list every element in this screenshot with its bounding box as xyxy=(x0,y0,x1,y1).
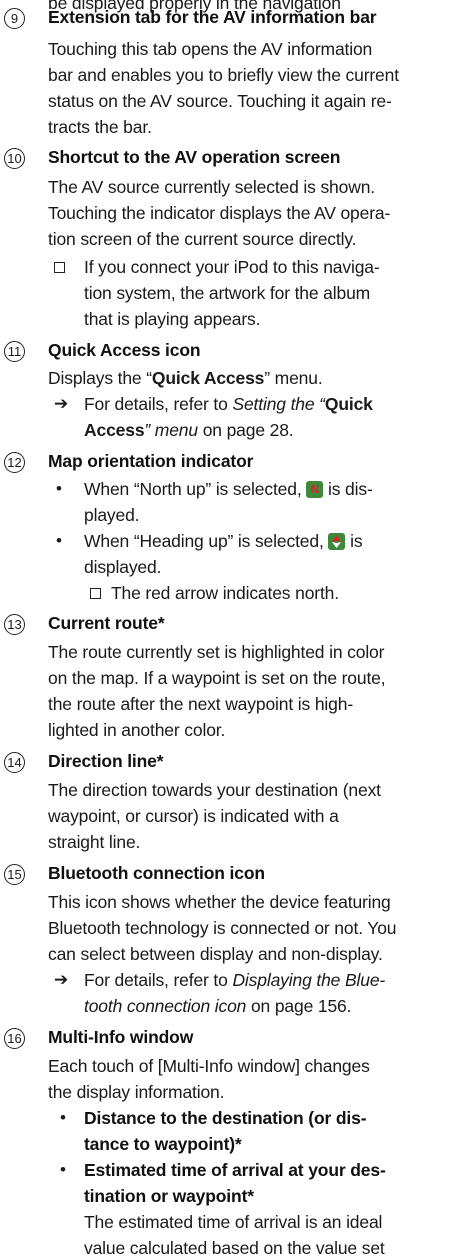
item-number-15: 15 xyxy=(4,864,25,885)
item-15-line-3: can select between display and non-displ… xyxy=(48,944,383,964)
item-9-line-4: tracts the bar. xyxy=(48,117,152,137)
item-title-12: Map orientation indicator xyxy=(48,451,254,471)
reference-arrow-icon: ➔ xyxy=(54,394,69,413)
item-15-ref-page: on page 156. xyxy=(246,996,352,1016)
heading-up-icon xyxy=(328,533,346,550)
item-title-13: Current route* xyxy=(48,613,165,633)
item-11-reference-line-1[interactable]: For details, refer to Setting the “Quick xyxy=(84,393,373,415)
item-10-note-line-1: If you connect your iPod to this naviga- xyxy=(84,257,380,277)
item-11-line-1-bold: Quick Access xyxy=(151,368,265,388)
item-16-bullet-2-text-2: value calculated based on the value set xyxy=(84,1238,385,1258)
item-10-note-line-3: that is playing appears. xyxy=(84,309,261,329)
item-14-line-2: waypoint, or cursor) is indicated with a xyxy=(48,806,339,826)
item-12-b2-b: is xyxy=(345,531,363,551)
item-12-b1-b: is dis- xyxy=(323,479,373,499)
item-10-line-2: Touching the indicator displays the AV o… xyxy=(48,203,391,223)
item-13-line-2: on the map. If a waypoint is set on the … xyxy=(48,668,386,688)
north-up-icon xyxy=(306,481,324,498)
item-12-bullet-1-line-1: When “North up” is selected, is dis- xyxy=(84,478,373,500)
item-11-line-1-a: Displays the “ xyxy=(48,368,152,388)
item-15-reference-line-1[interactable]: For details, refer to Displaying the Blu… xyxy=(84,969,385,991)
item-16-bullet-1-line-1: Distance to the destination (or dis- xyxy=(84,1108,367,1128)
item-number-12: 12 xyxy=(4,452,25,473)
note-box-icon xyxy=(90,588,101,599)
item-title-10: Shortcut to the AV operation screen xyxy=(48,147,341,167)
item-9-line-3: status on the AV source. Touching it aga… xyxy=(48,91,392,111)
item-13-line-4: lighted in another color. xyxy=(48,720,226,740)
item-11-reference-line-2[interactable]: Access” menu on page 28. xyxy=(84,419,294,441)
item-title-16: Multi-Info window xyxy=(48,1027,194,1047)
item-15-line-1: This icon shows whether the device featu… xyxy=(48,892,391,912)
item-11-line-1-c: ” menu. xyxy=(264,368,323,388)
item-15-ref-italic-2: tooth connection icon xyxy=(84,996,247,1016)
item-10-note-line-2: tion system, the artwork for the album xyxy=(84,283,371,303)
item-15-ref-italic: Displaying the Blue- xyxy=(232,970,386,990)
item-16-bullet-2-line-2: tination or waypoint* xyxy=(84,1186,254,1206)
bullet-icon: • xyxy=(56,479,62,498)
item-number-16: 16 xyxy=(4,1028,25,1049)
item-10-line-3: tion screen of the current source direct… xyxy=(48,229,357,249)
item-12-note: The red arrow indicates north. xyxy=(111,583,339,603)
item-number-11: 11 xyxy=(4,341,25,362)
item-16-bullet-2-line-1: Estimated time of arrival at your des- xyxy=(84,1160,386,1180)
item-13-line-3: the route after the next waypoint is hig… xyxy=(48,694,353,714)
item-number-14: 14 xyxy=(4,752,25,773)
item-12-bullet-2-line-1: When “Heading up” is selected, is xyxy=(84,530,363,552)
item-11-ref-bold-2: Access xyxy=(84,420,145,440)
item-title-15: Bluetooth connection icon xyxy=(48,863,265,883)
item-number-9: 9 xyxy=(4,8,25,29)
item-16-line-2: the display information. xyxy=(48,1082,225,1102)
bullet-icon: • xyxy=(60,1108,66,1127)
item-title-14: Direction line* xyxy=(48,751,164,771)
note-box-icon xyxy=(54,262,65,273)
item-15-ref-a: For details, refer to xyxy=(84,970,233,990)
item-12-bullet-2-line-2: displayed. xyxy=(84,557,162,577)
item-15-line-2: Bluetooth technology is connected or not… xyxy=(48,918,397,938)
reference-arrow-icon: ➔ xyxy=(54,970,69,989)
item-11-ref-a: For details, refer to xyxy=(84,394,233,414)
item-title-9: Extension tab for the AV information bar xyxy=(48,7,377,27)
item-16-bullet-2-text-1: The estimated time of arrival is an idea… xyxy=(84,1212,383,1232)
item-number-10: 10 xyxy=(4,148,25,169)
item-14-line-3: straight line. xyxy=(48,832,141,852)
item-11-ref-bold: Quick xyxy=(324,394,373,414)
item-11-ref-italic: Setting the “ xyxy=(232,394,325,414)
item-11-line-1: Displays the “Quick Access” menu. xyxy=(48,367,323,389)
item-9-line-1: Touching this tab opens the AV informati… xyxy=(48,39,373,59)
item-12-b1-a: When “North up” is selected, xyxy=(84,479,307,499)
item-title-11: Quick Access icon xyxy=(48,340,201,360)
bullet-icon: • xyxy=(60,1160,66,1179)
item-10-line-1: The AV source currently selected is show… xyxy=(48,177,376,197)
item-12-bullet-1-line-2: played. xyxy=(84,505,140,525)
item-11-ref-italic-2: ” menu xyxy=(144,420,198,440)
item-12-b2-a: When “Heading up” is selected, xyxy=(84,531,329,551)
bullet-icon: • xyxy=(56,531,62,550)
item-16-bullet-1-line-2: tance to waypoint)* xyxy=(84,1134,242,1154)
item-9-line-2: bar and enables you to briefly view the … xyxy=(48,65,399,85)
item-11-ref-page: on page 28. xyxy=(197,420,294,440)
item-15-reference-line-2[interactable]: tooth connection icon on page 156. xyxy=(84,995,351,1017)
item-16-line-1: Each touch of [Multi-Info window] change… xyxy=(48,1056,370,1076)
item-number-13: 13 xyxy=(4,614,25,635)
item-13-line-1: The route currently set is highlighted i… xyxy=(48,642,385,662)
item-14-line-1: The direction towards your destination (… xyxy=(48,780,381,800)
